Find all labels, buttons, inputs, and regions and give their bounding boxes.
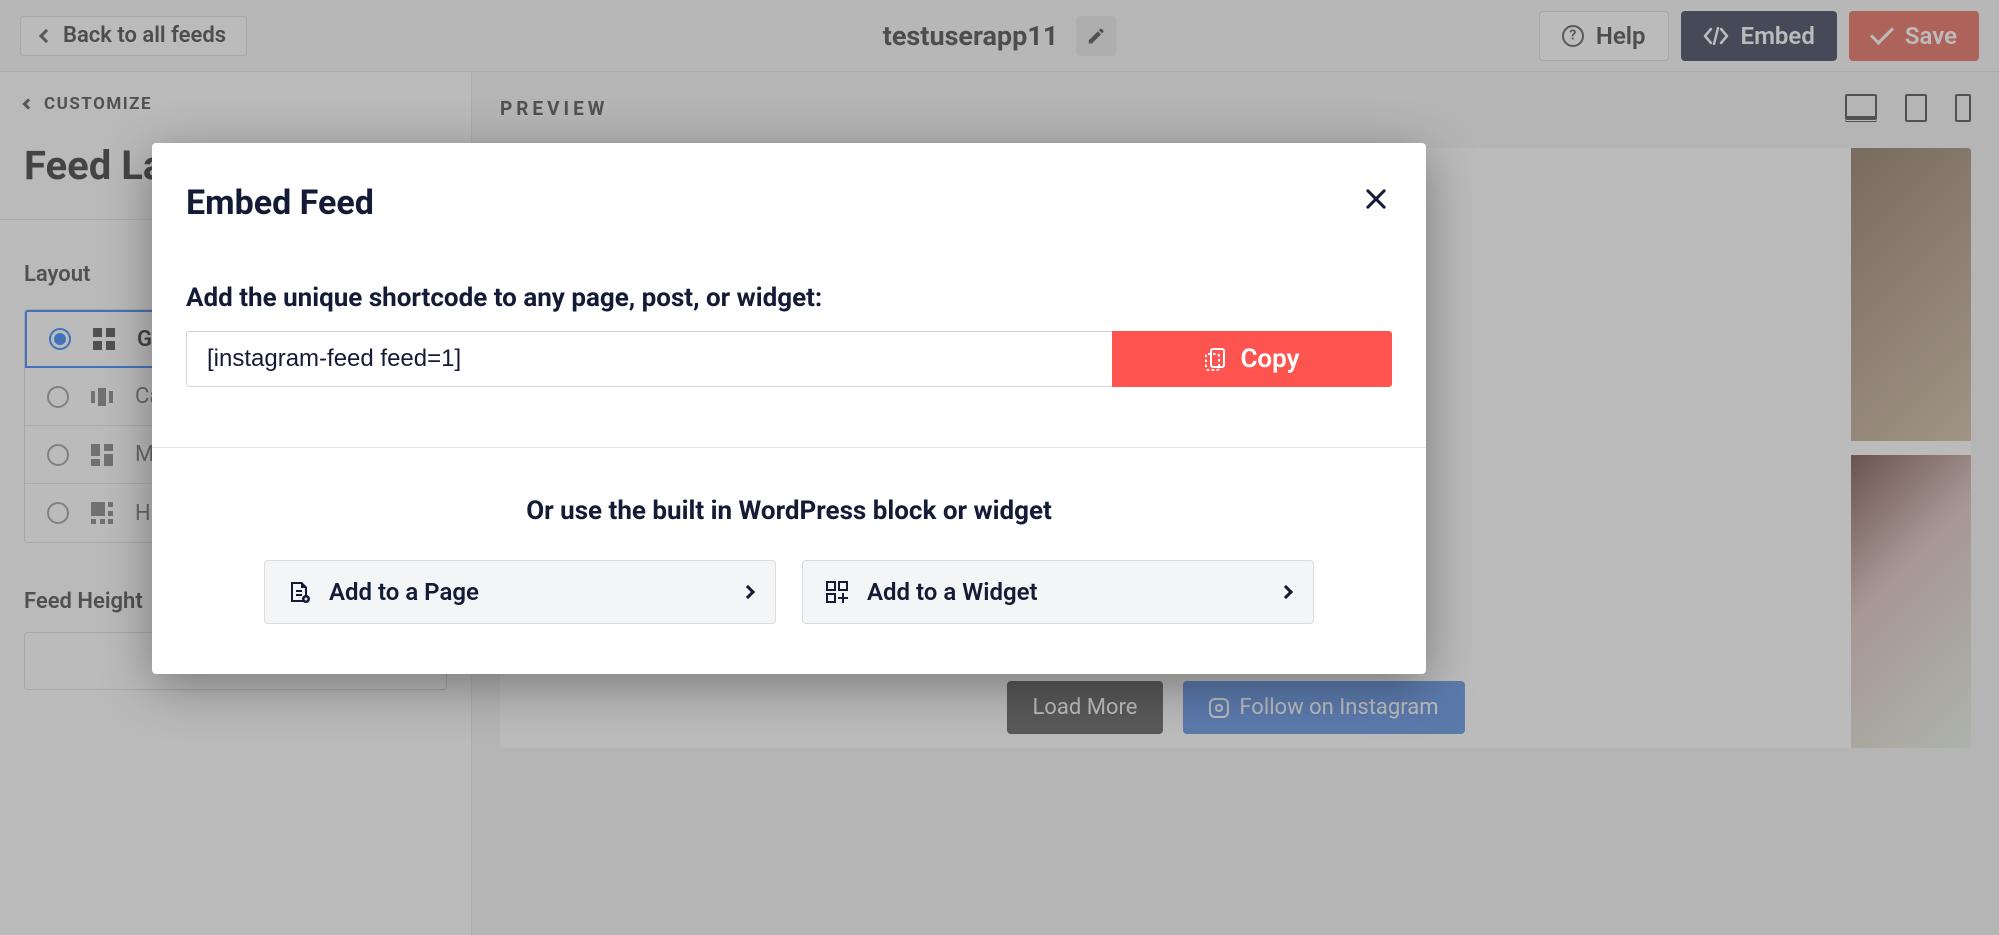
- embed-feed-modal: Embed Feed Add the unique shortcode to a…: [152, 143, 1426, 674]
- add-to-widget-button[interactable]: Add to a Widget: [802, 560, 1314, 624]
- close-modal-button[interactable]: [1360, 183, 1392, 215]
- modal-title: Embed Feed: [186, 183, 374, 223]
- shortcode-instruction: Add the unique shortcode to any page, po…: [152, 223, 1426, 331]
- copy-label: Copy: [1240, 344, 1299, 374]
- chevron-right-icon: [741, 585, 755, 599]
- copy-button[interactable]: Copy: [1112, 331, 1392, 387]
- add-to-page-label: Add to a Page: [329, 578, 479, 606]
- widget-icon: [825, 580, 849, 604]
- add-to-widget-label: Add to a Widget: [867, 578, 1038, 606]
- add-to-page-button[interactable]: Add to a Page: [264, 560, 776, 624]
- page-icon: [287, 580, 311, 604]
- divider: [152, 447, 1426, 448]
- shortcode-input[interactable]: [186, 331, 1112, 387]
- block-widget-instruction: Or use the built in WordPress block or w…: [152, 496, 1426, 526]
- chevron-right-icon: [1279, 585, 1293, 599]
- copy-icon: [1204, 347, 1226, 371]
